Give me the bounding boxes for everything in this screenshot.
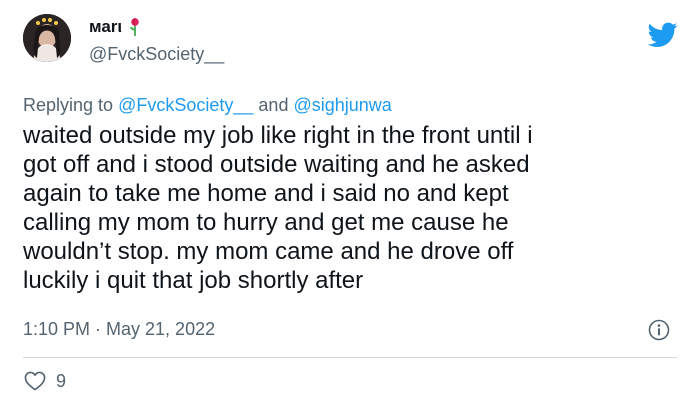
display-name[interactable]: маrι — [89, 16, 142, 38]
tweet-text-line: luckily i quit that job shortly after — [23, 267, 364, 294]
display-name-text: маrι — [89, 17, 123, 36]
tweet-text: waited outside my job like right in the … — [23, 121, 673, 295]
like-button[interactable]: 9 — [24, 370, 66, 392]
heart-icon — [24, 371, 46, 391]
avatar-image — [23, 14, 71, 62]
tweet-text-line: got off and i stood outside waiting and … — [23, 151, 530, 178]
tweet-text-line: waited outside my job like right in the … — [23, 122, 533, 149]
replying-to: Replying to @FvckSociety__ and @sighjunw… — [23, 94, 392, 116]
tweet-text-line: again to take me home and i said no and … — [23, 180, 509, 207]
twitter-bird-icon[interactable] — [647, 22, 678, 48]
divider — [23, 357, 677, 358]
tweet-text-line: wouldn’t stop. my mom came and he drove … — [23, 238, 514, 265]
timestamp[interactable]: 1:10 PM · May 21, 2022 — [23, 318, 215, 340]
mention-link-fvcksociety[interactable]: @FvckSociety__ — [118, 95, 253, 115]
avatar[interactable] — [23, 14, 71, 62]
mention-link-sighjunwa[interactable]: @sighjunwa — [293, 95, 391, 115]
tweet-card: маrι @FvckSociety__ Replying to @FvckSoc… — [0, 0, 700, 410]
info-icon[interactable] — [648, 319, 670, 341]
rose-icon — [128, 17, 142, 37]
tweet-text-line: calling my mom to hurry and get me cause… — [23, 209, 509, 236]
replying-conjunction: and — [258, 95, 289, 115]
replying-prefix: Replying to — [23, 95, 114, 115]
handle[interactable]: @FvckSociety__ — [89, 43, 224, 65]
like-count: 9 — [56, 371, 67, 391]
